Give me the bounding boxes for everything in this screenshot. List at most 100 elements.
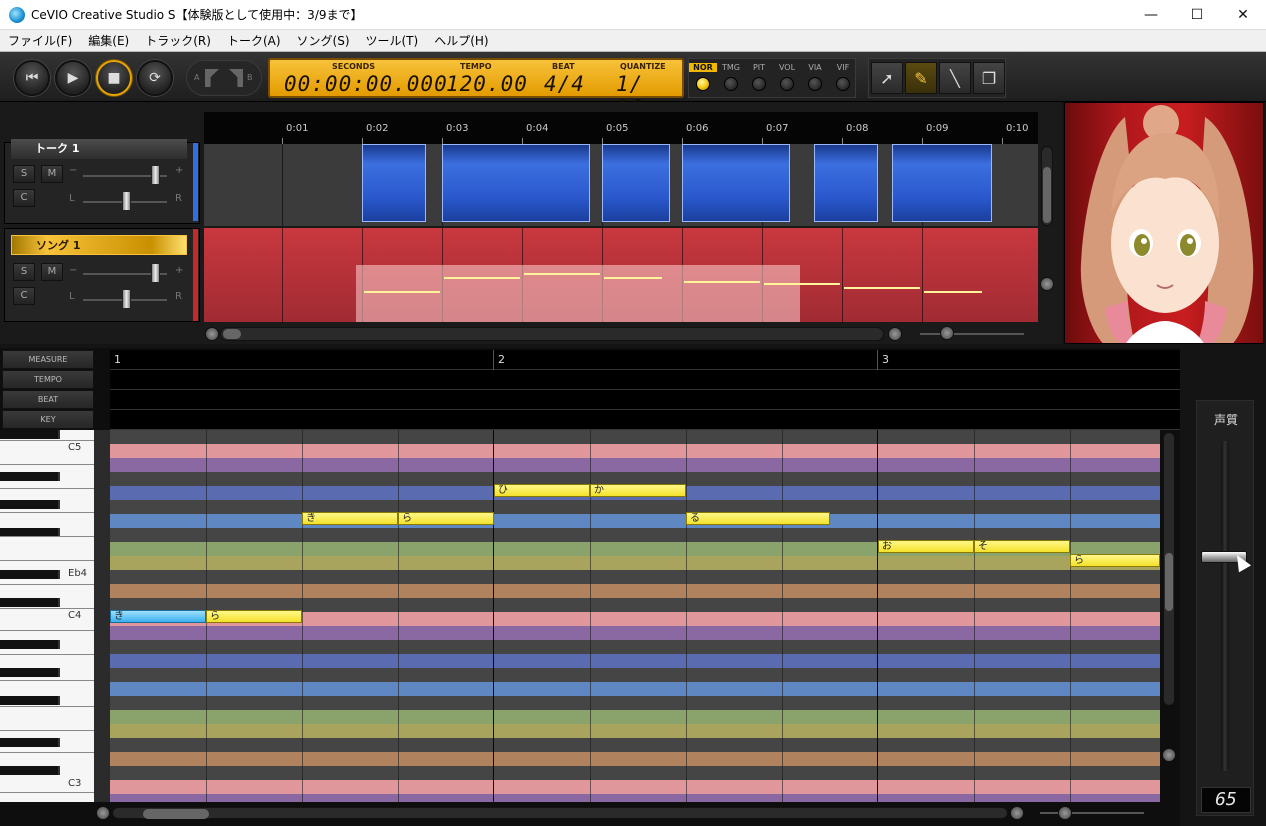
talk-volume-minus[interactable]: − <box>69 165 77 176</box>
black-key[interactable] <box>0 738 60 747</box>
minimize-button[interactable]: — <box>1128 0 1174 30</box>
line-tool-button[interactable]: ╲ <box>939 62 971 94</box>
black-key[interactable] <box>0 598 60 607</box>
talk-clip[interactable] <box>892 144 992 222</box>
close-button[interactable]: ✕ <box>1220 0 1266 30</box>
piano-keyboard[interactable]: C5 Eb4 C4 C3 <box>0 430 94 802</box>
pianoroll-hscroll-thumb[interactable] <box>143 809 209 819</box>
song-lane[interactable] <box>204 228 1038 322</box>
talk-clip[interactable] <box>682 144 790 222</box>
param-vol-button[interactable]: VOL <box>773 59 801 97</box>
black-key[interactable] <box>0 640 60 649</box>
white-key[interactable] <box>0 608 94 609</box>
track-scroll-right-button[interactable] <box>888 327 902 341</box>
talk-c-button[interactable]: C <box>13 189 35 207</box>
pianoroll-zoom-slider[interactable] <box>1058 806 1072 820</box>
white-key[interactable] <box>0 536 94 537</box>
key-lane[interactable] <box>110 410 1180 430</box>
param-vif-button[interactable]: VIF <box>829 59 857 97</box>
black-key[interactable] <box>0 668 60 677</box>
note[interactable]: ひ <box>494 484 590 497</box>
song-track-header[interactable]: ソング 1 S M C − + L R <box>4 228 200 322</box>
song-volume-slider[interactable] <box>151 263 160 283</box>
white-key[interactable] <box>0 792 94 793</box>
param-via-button[interactable]: VIA <box>801 59 829 97</box>
white-key[interactable] <box>0 584 94 585</box>
talk-pan-slider[interactable] <box>122 191 131 211</box>
note[interactable]: き <box>110 610 206 623</box>
white-key[interactable] <box>0 512 94 513</box>
rewind-button[interactable]: ⏮ <box>14 60 50 96</box>
pianoroll-horizontal-scrollbar[interactable] <box>112 807 1008 819</box>
note[interactable]: ら <box>1070 554 1160 567</box>
white-key[interactable] <box>0 560 94 561</box>
beat-value[interactable]: 4/4 <box>544 72 585 96</box>
talk-clip[interactable] <box>814 144 878 222</box>
song-mute-button[interactable]: M <box>41 263 63 281</box>
black-key[interactable] <box>0 500 60 509</box>
talk-track-header[interactable]: トーク 1 S M C − + L R <box>4 139 200 224</box>
pianoroll-scroll-left-button[interactable] <box>96 806 110 820</box>
track-horizontal-scrollbar[interactable] <box>220 327 884 341</box>
menu-edit[interactable]: 編集(E) <box>80 30 137 52</box>
note-grid[interactable]: き ら き ら ひ か る お そ ら <box>110 430 1160 802</box>
pianoroll-vzoom-slider[interactable] <box>1162 748 1176 762</box>
note[interactable]: ら <box>206 610 302 623</box>
param-tmg-button[interactable]: TMG <box>717 59 745 97</box>
white-key[interactable] <box>0 730 94 731</box>
song-c-button[interactable]: C <box>13 287 35 305</box>
note[interactable]: か <box>590 484 686 497</box>
black-key[interactable] <box>0 570 60 579</box>
menu-tools[interactable]: ツール(T) <box>358 30 427 52</box>
talk-clip[interactable] <box>442 144 590 222</box>
note[interactable]: そ <box>974 540 1070 553</box>
tempo-value[interactable]: 120.00 <box>446 72 528 96</box>
note[interactable]: き <box>302 512 398 525</box>
play-button[interactable]: ▶ <box>55 60 91 96</box>
select-tool-button[interactable]: ➚ <box>871 62 903 94</box>
talk-volume-plus[interactable]: + <box>175 165 183 176</box>
menu-talk[interactable]: トーク(A) <box>219 30 289 52</box>
beat-lane[interactable] <box>110 390 1180 410</box>
track-scroll-left-button[interactable] <box>205 327 219 341</box>
talk-lane-vscroll[interactable] <box>1041 146 1053 226</box>
talk-volume-slider[interactable] <box>151 165 160 185</box>
pianoroll-scroll-right-button[interactable] <box>1010 806 1024 820</box>
menu-song[interactable]: ソング(S) <box>289 30 358 52</box>
song-pan-slider[interactable] <box>122 289 131 309</box>
white-key[interactable] <box>0 706 94 707</box>
song-volume-minus[interactable]: − <box>69 265 77 276</box>
menu-file[interactable]: ファイル(F) <box>0 30 80 52</box>
pianoroll-vscroll-thumb[interactable] <box>1165 553 1173 611</box>
white-key[interactable] <box>0 440 94 441</box>
a-flag-icon[interactable] <box>205 69 219 87</box>
loop-button[interactable]: ⟳ <box>137 60 173 96</box>
black-key[interactable] <box>0 696 60 705</box>
black-key[interactable] <box>0 472 60 481</box>
note[interactable]: お <box>878 540 974 553</box>
pen-tool-button[interactable]: ✎ <box>905 62 937 94</box>
talk-clip[interactable] <box>602 144 670 222</box>
white-key[interactable] <box>0 630 94 631</box>
black-key[interactable] <box>0 430 60 439</box>
talk-mute-button[interactable]: M <box>41 165 63 183</box>
maximize-button[interactable]: ☐ <box>1174 0 1220 30</box>
talk-lane-vscroll-thumb[interactable] <box>1043 167 1051 223</box>
tempo-lane[interactable] <box>110 370 1180 390</box>
timeline-ruler[interactable]: 0:01 0:02 0:03 0:04 0:05 0:06 0:07 0:08 … <box>204 112 1038 144</box>
param-pit-button[interactable]: PIT <box>745 59 773 97</box>
pianoroll-vertical-scrollbar[interactable] <box>1163 432 1175 706</box>
talk-track-name[interactable]: トーク 1 <box>11 139 187 159</box>
black-key[interactable] <box>0 766 60 775</box>
talk-lane[interactable] <box>204 144 1038 226</box>
white-key[interactable] <box>0 488 94 489</box>
menu-help[interactable]: ヘルプ(H) <box>426 30 496 52</box>
param-nor-button[interactable]: NOR <box>689 59 717 97</box>
song-volume-plus[interactable]: + <box>175 265 183 276</box>
white-key[interactable] <box>0 464 94 465</box>
stop-button[interactable]: ■ <box>96 60 132 96</box>
menu-track[interactable]: トラック(R) <box>137 30 219 52</box>
track-zoom-slider[interactable] <box>940 326 954 340</box>
talk-solo-button[interactable]: S <box>13 165 35 183</box>
white-key[interactable] <box>0 654 94 655</box>
